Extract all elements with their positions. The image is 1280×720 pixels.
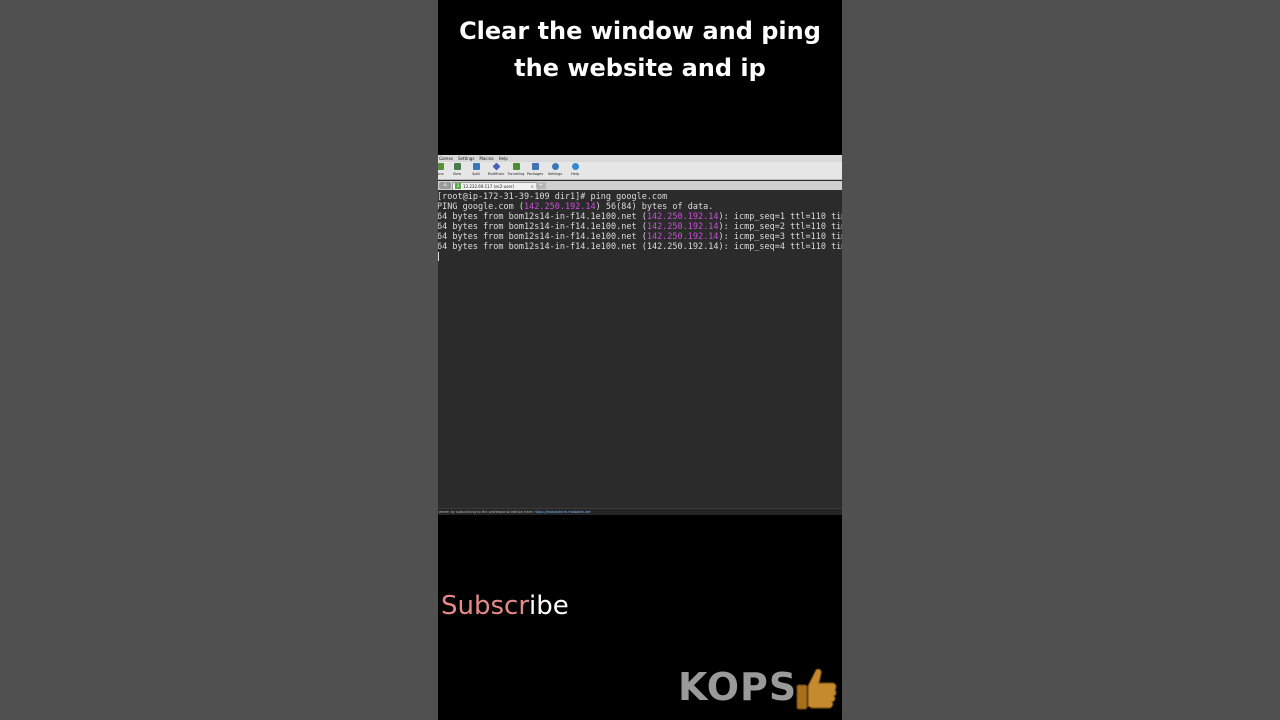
session-tab-bar: ⌂ 2 13.232.69.117 (ec2-user) × + — [438, 181, 842, 190]
status-bar: eterm by subscribing to the professional… — [438, 508, 842, 515]
menu-help[interactable]: Help — [499, 155, 508, 162]
new-tab-button[interactable]: + — [536, 182, 546, 189]
menu-settings[interactable]: Settings — [458, 155, 474, 162]
session-tab[interactable]: 2 13.232.69.117 (ec2-user) × — [452, 182, 538, 190]
toolbar-split-button[interactable]: Split — [466, 163, 486, 179]
menu-bar: Games Settings Macros Help — [438, 155, 842, 162]
home-tab[interactable]: ⌂ — [439, 182, 451, 189]
terminal-cursor-line — [438, 252, 842, 262]
subscribe-part-plain: ibe — [529, 591, 569, 621]
toolbar-help-button[interactable]: Help — [565, 163, 585, 179]
subscribe-part-highlight: Subscr — [441, 591, 530, 621]
session-tab-number: 2 — [455, 183, 461, 189]
gear-icon — [551, 163, 559, 170]
tools-icon — [438, 163, 444, 170]
split-icon — [472, 163, 480, 170]
tunneling-icon — [512, 163, 520, 170]
terminal-reply-line: 64 bytes from bom12s14-in-f14.1e100.net … — [438, 212, 842, 222]
reply-suffix: ): icmp_seq=3 ttl=110 time=1 — [718, 232, 842, 242]
reply-suffix: ): icmp_seq=4 ttl=110 time=1 — [718, 242, 842, 252]
menu-games[interactable]: Games — [439, 155, 453, 162]
terminal-reply-line: 64 bytes from bom12s14-in-f14.1e100.net … — [438, 232, 842, 242]
status-link[interactable]: https://mobaxterm.mobatek.net — [534, 510, 590, 514]
reply-ip: 142.250.192.14 — [646, 242, 719, 252]
reply-ip: 142.250.192.14 — [646, 232, 719, 242]
status-text: eterm by subscribing to the professional… — [439, 510, 534, 514]
reply-prefix: 64 bytes from bom12s14-in-f14.1e100.net … — [438, 232, 647, 242]
terminal-prompt-line: [root@ip-172-31-39-109 dir1]# ping googl… — [438, 192, 668, 202]
toolbar-tunneling-button[interactable]: Tunneling — [506, 163, 526, 179]
kops-logo: KOPS — [678, 665, 798, 709]
video-caption: Clear the window and ping the website an… — [459, 17, 821, 82]
terminal-ping-header: PING google.com (142.250.192.14) 56(84) … — [438, 202, 842, 212]
reply-suffix: ): icmp_seq=2 ttl=110 time=1 — [718, 222, 842, 232]
plus-icon: + — [538, 182, 544, 188]
reply-prefix: 64 bytes from bom12s14-in-f14.1e100.net … — [438, 222, 647, 232]
terminal-app-window: Games Settings Macros Help ions View Spl… — [438, 155, 842, 515]
multiexec-icon — [492, 162, 500, 171]
ping-header-ip: 142.250.192.14 — [524, 202, 596, 212]
reply-ip: 142.250.192.14 — [646, 222, 719, 232]
terminal-output[interactable]: [root@ip-172-31-39-109 dir1]# ping googl… — [438, 190, 842, 508]
subscribe-text: Subscribe — [441, 590, 569, 622]
reply-prefix: 64 bytes from bom12s14-in-f14.1e100.net … — [438, 242, 647, 252]
thumbs-up-icon — [796, 668, 837, 710]
reply-suffix: ): icmp_seq=1 ttl=110 time=1 — [718, 212, 842, 222]
reply-ip: 142.250.192.14 — [646, 212, 719, 222]
monitor-icon — [453, 163, 461, 170]
terminal-reply-line: 64 bytes from bom12s14-in-f14.1e100.net … — [438, 222, 842, 232]
toolbar-packages-button[interactable]: Packages — [525, 163, 545, 179]
session-tab-title: 13.232.69.117 (ec2-user) — [463, 184, 515, 189]
terminal-reply-line: 64 bytes from bom12s14-in-f14.1e100.net … — [438, 242, 842, 252]
toolbar-view-button[interactable]: View — [447, 163, 467, 179]
menu-macros[interactable]: Macros — [479, 155, 493, 162]
reply-prefix: 64 bytes from bom12s14-in-f14.1e100.net … — [438, 212, 647, 222]
ping-header-suffix: ) 56(84) bytes of data. — [595, 202, 714, 212]
page-background: Clear the window and ping the website an… — [0, 0, 1280, 720]
toolbar-settings-button[interactable]: Settings — [545, 163, 565, 179]
home-icon: ⌂ — [443, 182, 447, 188]
toolbar-multiexec-button[interactable]: MultiExec — [486, 162, 506, 179]
video-frame: Clear the window and ping the website an… — [438, 0, 842, 720]
close-icon[interactable]: × — [531, 183, 534, 190]
ping-header-prefix: PING google.com ( — [438, 202, 524, 212]
terminal-cursor — [438, 252, 439, 261]
help-icon — [571, 163, 579, 170]
packages-icon — [531, 163, 539, 170]
toolbar: ions View Split MultiExec Tunneling — [438, 162, 842, 180]
